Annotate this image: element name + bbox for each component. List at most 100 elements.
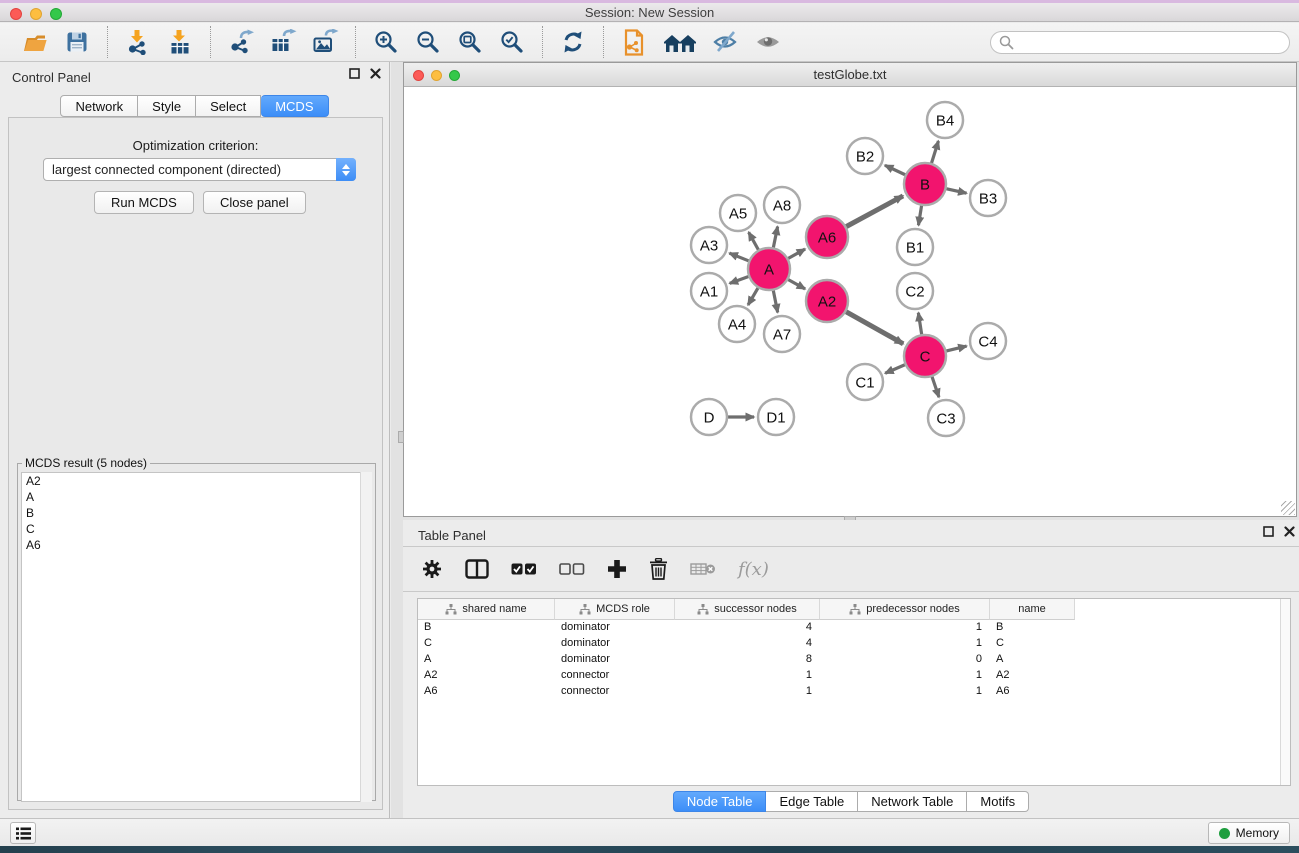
result-item[interactable]: C xyxy=(22,521,368,537)
graph-node-A6[interactable]: A6 xyxy=(806,216,848,258)
export-image-button[interactable] xyxy=(310,26,340,58)
table-cell[interactable]: 1 xyxy=(820,668,990,684)
home-pair-button[interactable] xyxy=(661,26,699,58)
graph-edge-C-C1[interactable] xyxy=(885,364,906,373)
table-cell[interactable]: 1 xyxy=(675,684,820,700)
graph-edge-A-A5[interactable] xyxy=(749,232,759,250)
export-network-button[interactable] xyxy=(226,26,256,58)
column-header-successor-nodes[interactable]: successor nodes xyxy=(675,599,820,620)
graph-edge-A-A1[interactable] xyxy=(730,276,750,283)
graph-edge-A-A4[interactable] xyxy=(748,287,758,305)
result-scrollbar[interactable] xyxy=(360,472,372,802)
table-settings-button[interactable] xyxy=(421,558,443,580)
window-resize-grip[interactable] xyxy=(1281,501,1295,515)
run-mcds-button[interactable]: Run MCDS xyxy=(94,191,194,214)
zoom-out-button[interactable] xyxy=(413,26,443,58)
graph-edge-B-B3[interactable] xyxy=(945,189,966,194)
table-cell[interactable]: B xyxy=(418,620,555,636)
graph-edge-C-C2[interactable] xyxy=(918,313,921,336)
graph-node-A3[interactable]: A3 xyxy=(691,227,727,263)
minimize-window-button[interactable] xyxy=(30,8,42,20)
open-folder-button[interactable] xyxy=(20,26,50,58)
table-cell[interactable]: 1 xyxy=(820,636,990,652)
table-cell[interactable]: 1 xyxy=(820,684,990,700)
table-cell[interactable]: 4 xyxy=(675,620,820,636)
close-table-panel-icon[interactable] xyxy=(1284,526,1295,537)
network-zoom-button[interactable] xyxy=(449,70,460,81)
graph-node-A2[interactable]: A2 xyxy=(806,280,848,322)
zoom-fit-button[interactable] xyxy=(455,26,485,58)
tab-style[interactable]: Style xyxy=(138,95,196,117)
table-scrollbar[interactable] xyxy=(1280,599,1290,785)
table-cell[interactable]: 4 xyxy=(675,636,820,652)
table-cell[interactable]: B xyxy=(990,620,1075,636)
import-table-button[interactable] xyxy=(165,26,195,58)
close-panel-button[interactable]: Close panel xyxy=(203,191,306,214)
graph-node-A[interactable]: A xyxy=(748,248,790,290)
select-all-columns-button[interactable] xyxy=(511,563,537,576)
create-column-button[interactable] xyxy=(607,559,627,579)
result-item[interactable]: A xyxy=(22,489,368,505)
tab-network[interactable]: Network xyxy=(60,95,138,117)
graph-node-D[interactable]: D xyxy=(691,399,727,435)
graph-node-A8[interactable]: A8 xyxy=(764,187,800,223)
zoom-selected-button[interactable] xyxy=(497,26,527,58)
splitter-handle-left[interactable] xyxy=(398,431,404,443)
close-window-button[interactable] xyxy=(10,8,22,20)
tab-mcds[interactable]: MCDS xyxy=(261,95,328,117)
table-cell[interactable]: dominator xyxy=(555,652,675,668)
result-item[interactable]: B xyxy=(22,505,368,521)
column-header-predecessor-nodes[interactable]: predecessor nodes xyxy=(820,599,990,620)
network-graph-canvas[interactable]: AA1A2A3A4A5A6A7A8BB1B2B3B4CC1C2C3C4DD1 xyxy=(404,88,1296,516)
float-table-panel-icon[interactable] xyxy=(1263,526,1274,537)
graph-edge-A-A7[interactable] xyxy=(773,290,778,313)
tab-motifs[interactable]: Motifs xyxy=(967,791,1029,812)
graph-edge-C-C3[interactable] xyxy=(932,376,939,397)
table-cell[interactable]: A6 xyxy=(418,684,555,700)
search-input[interactable] xyxy=(990,31,1290,54)
graph-edge-A6-B[interactable] xyxy=(845,196,903,227)
table-cell[interactable]: connector xyxy=(555,684,675,700)
tab-node-table[interactable]: Node Table xyxy=(673,791,767,812)
tab-edge-table[interactable]: Edge Table xyxy=(766,791,858,812)
mcds-result-list[interactable]: A2ABCA6 xyxy=(21,472,369,802)
unselect-all-columns-button[interactable] xyxy=(559,563,585,576)
zoom-window-button[interactable] xyxy=(50,8,62,20)
memory-button[interactable]: Memory xyxy=(1208,822,1290,844)
refresh-view-button[interactable] xyxy=(558,26,588,58)
column-header-shared-name[interactable]: shared name xyxy=(418,599,555,620)
result-item[interactable]: A2 xyxy=(22,473,368,489)
column-header-MCDS-role[interactable]: MCDS role xyxy=(555,599,675,620)
graph-edge-B-B1[interactable] xyxy=(918,205,921,226)
table-cell[interactable]: A xyxy=(418,652,555,668)
table-cell[interactable]: A xyxy=(990,652,1075,668)
graph-edge-A-A6[interactable] xyxy=(787,249,805,259)
network-window-titlebar[interactable]: testGlobe.txt xyxy=(404,63,1296,87)
table-cell[interactable]: C xyxy=(418,636,555,652)
tab-select[interactable]: Select xyxy=(196,95,261,117)
float-panel-icon[interactable] xyxy=(349,68,360,79)
table-cell[interactable]: 8 xyxy=(675,652,820,668)
criterion-dropdown[interactable]: largest connected component (directed) xyxy=(43,158,356,181)
graph-node-A7[interactable]: A7 xyxy=(764,316,800,352)
graph-edge-A-A2[interactable] xyxy=(787,279,805,289)
table-cell[interactable]: 1 xyxy=(675,668,820,684)
delete-column-button[interactable] xyxy=(649,558,668,580)
show-columns-button[interactable] xyxy=(465,559,489,579)
graph-edge-A-A8[interactable] xyxy=(773,227,777,249)
result-item[interactable]: A6 xyxy=(22,537,368,553)
table-cell[interactable]: C xyxy=(990,636,1075,652)
graph-node-B[interactable]: B xyxy=(904,163,946,205)
graph-edge-A2-C[interactable] xyxy=(845,311,903,343)
tab-network-table[interactable]: Network Table xyxy=(858,791,967,812)
hide-graphics-details-button[interactable] xyxy=(711,26,741,58)
table-row[interactable]: Adominator80A xyxy=(418,652,1290,668)
table-cell[interactable]: dominator xyxy=(555,636,675,652)
save-session-button[interactable] xyxy=(62,26,92,58)
zoom-in-button[interactable] xyxy=(371,26,401,58)
column-header-name[interactable]: name xyxy=(990,599,1075,620)
table-cell[interactable]: connector xyxy=(555,668,675,684)
graph-node-A5[interactable]: A5 xyxy=(720,195,756,231)
import-network-button[interactable] xyxy=(123,26,153,58)
node-table[interactable]: shared nameMCDS rolesuccessor nodesprede… xyxy=(417,598,1291,786)
